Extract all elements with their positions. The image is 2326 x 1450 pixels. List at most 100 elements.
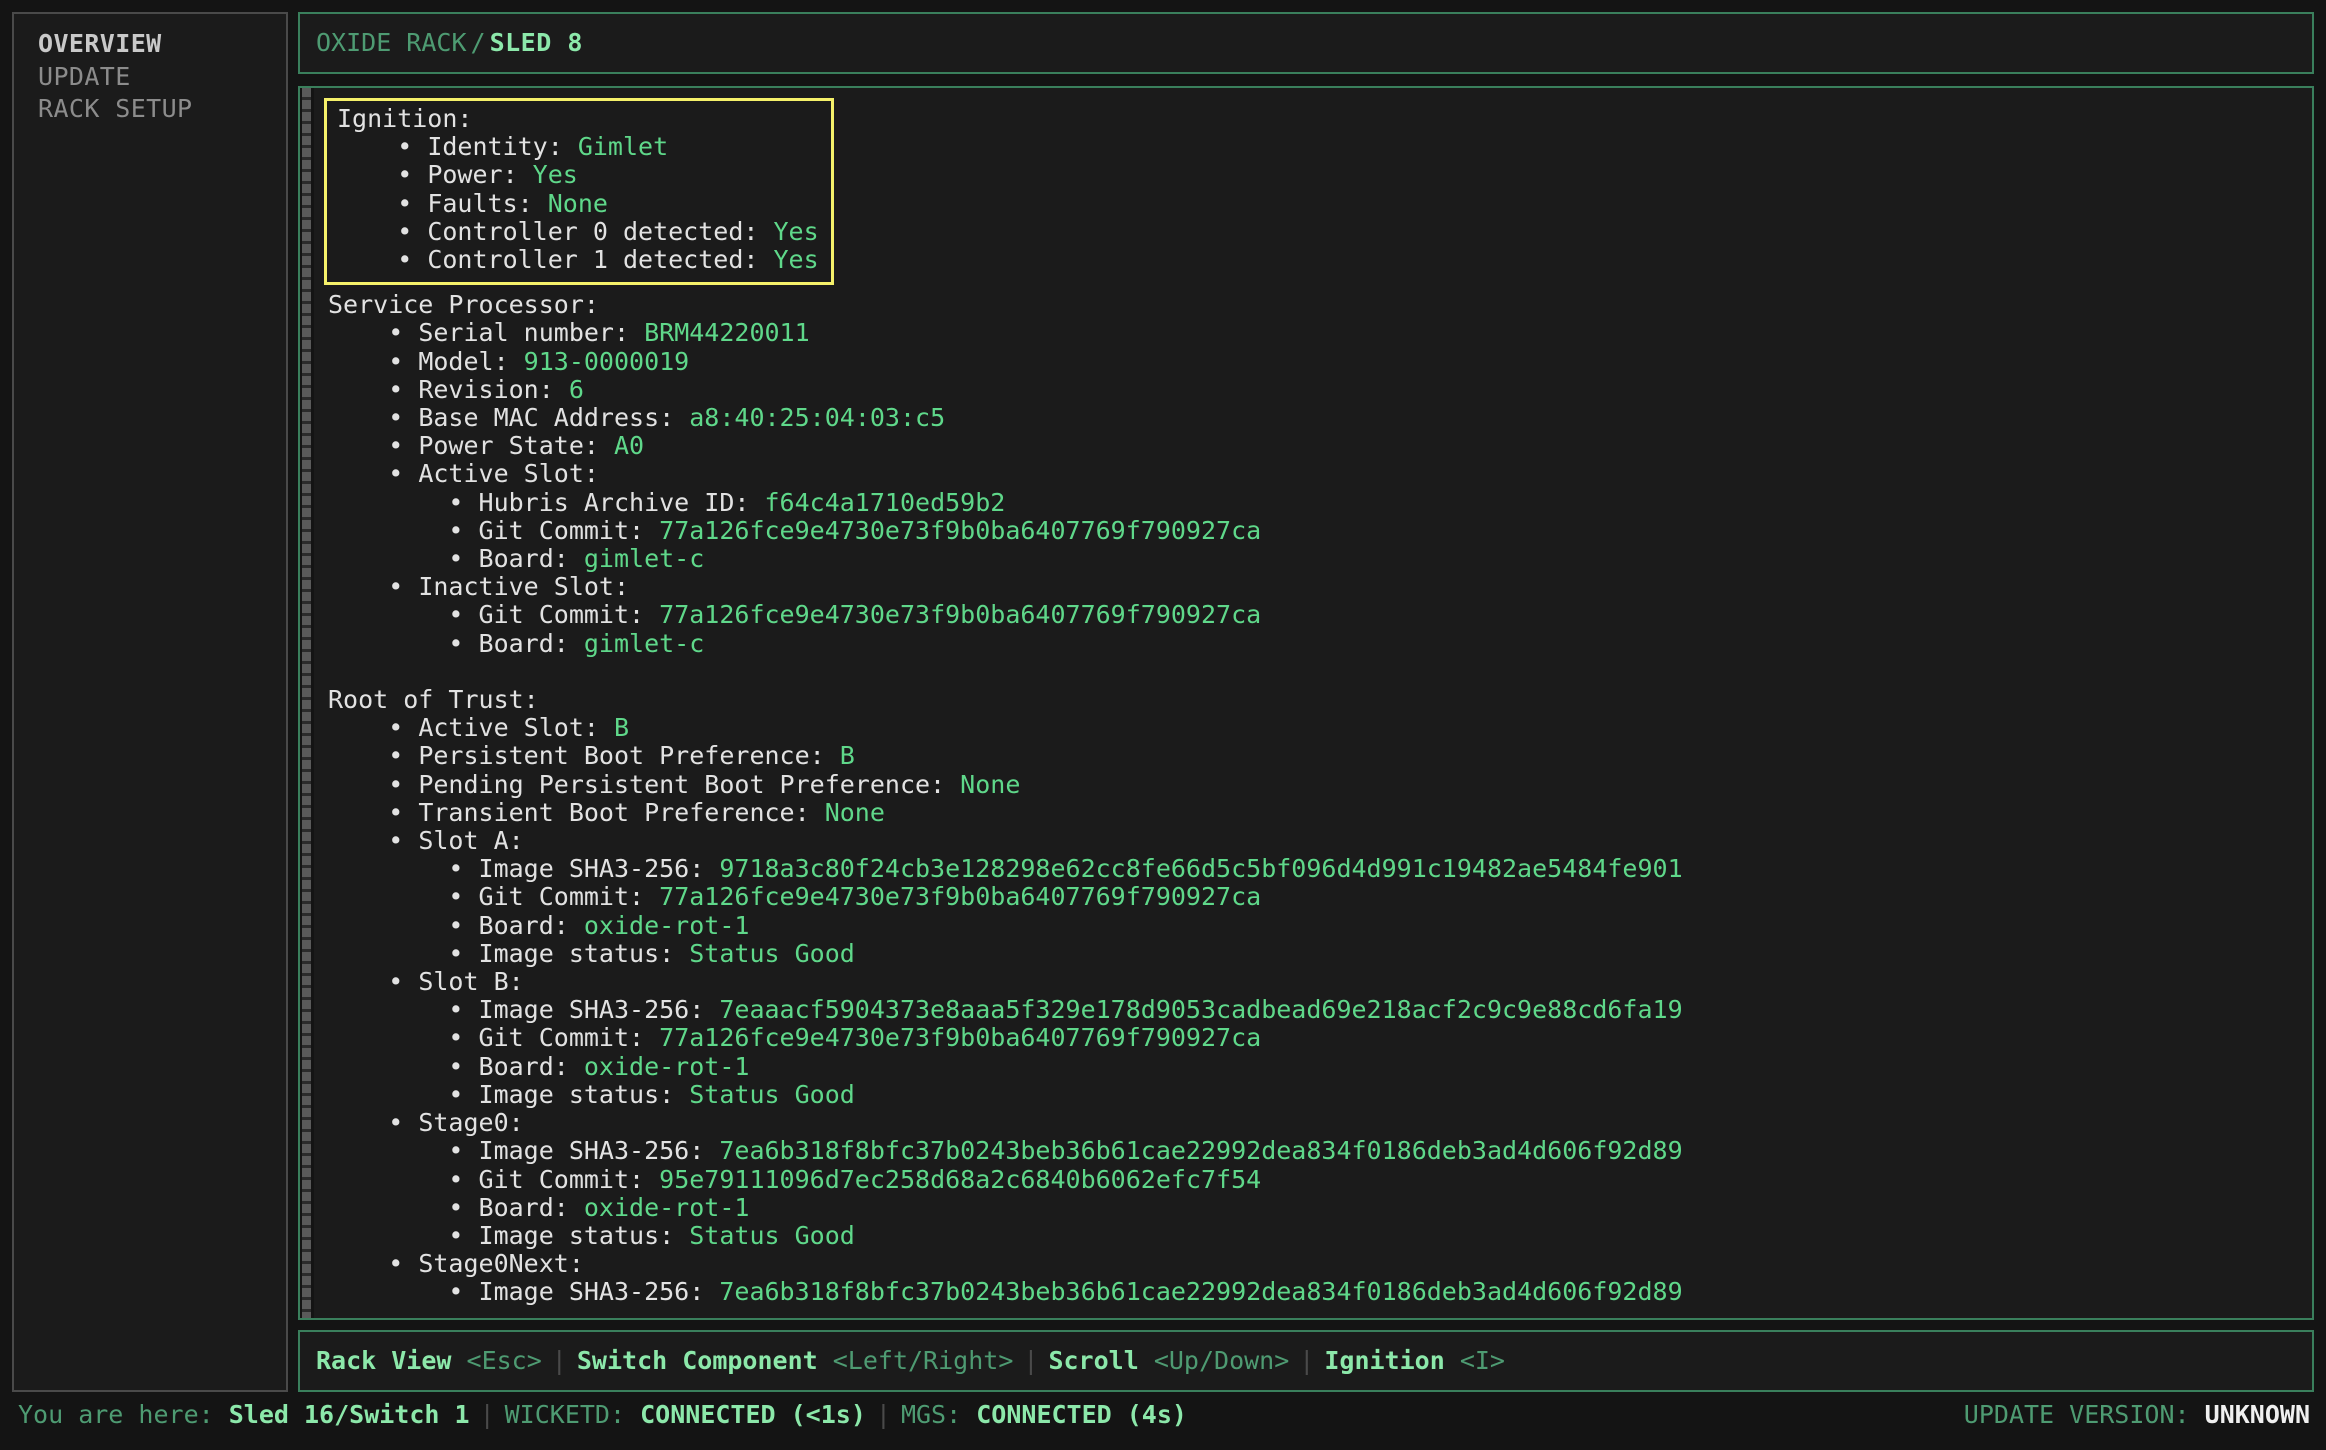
sidebar-nav: OVERVIEW UPDATE RACK SETUP: [12, 12, 288, 1392]
bullet-icon: •: [448, 489, 463, 517]
rot-slot-a-commit-value: 77a126fce9e4730e73f9b0ba6407769f790927ca: [659, 882, 1261, 911]
list-item: • Pending Persistent Boot Preference: No…: [328, 771, 2312, 799]
root-of-trust-list: • Active Slot: B • Persistent Boot Prefe…: [328, 714, 2312, 1306]
bullet-icon: •: [397, 133, 412, 161]
ignition-faults-value: None: [548, 189, 608, 218]
sidebar-item-update[interactable]: UPDATE: [14, 61, 286, 94]
sidebar-item-overview[interactable]: OVERVIEW: [14, 28, 286, 61]
bullet-icon: •: [448, 1194, 463, 1222]
rot-slot-b-status-value: Status Good: [689, 1080, 855, 1109]
rot-stage0-board-label: Board:: [479, 1193, 584, 1222]
list-item: • Identity: Gimlet: [337, 133, 819, 161]
sp-power-state-value: A0: [614, 431, 644, 460]
scrollbar-track[interactable]: [302, 88, 311, 1318]
sp-inactive-commit-value: 77a126fce9e4730e73f9b0ba6407769f790927ca: [659, 600, 1261, 629]
sp-active-hubris-label: Hubris Archive ID:: [479, 488, 765, 517]
breadcrumb-root[interactable]: OXIDE RACK: [316, 29, 467, 57]
keybinding-helpbar: Rack View <Esc> | Switch Component <Left…: [298, 1330, 2314, 1392]
rot-stage0next-sha-label: Image SHA3-256:: [479, 1277, 720, 1306]
list-item: • Active Slot: B: [328, 714, 2312, 742]
rot-persistent-boot-value: B: [840, 741, 855, 770]
list-item: • Persistent Boot Preference: B: [328, 742, 2312, 770]
list-item: • Image status: Status Good: [328, 940, 2312, 968]
rot-stage0-status-label: Image status:: [479, 1221, 690, 1250]
bullet-icon: •: [388, 319, 403, 347]
rot-slot-b-commit-label: Git Commit:: [479, 1023, 660, 1052]
ignition-section[interactable]: Ignition: • Identity: Gimlet • Power: Ye…: [324, 98, 834, 285]
bullet-icon: •: [388, 742, 403, 770]
bullet-icon: •: [448, 517, 463, 545]
bullet-icon: •: [388, 799, 403, 827]
ignition-power-label: Power:: [427, 160, 532, 189]
sp-active-board-label: Board:: [479, 544, 584, 573]
bullet-icon: •: [397, 246, 412, 274]
list-item: • Board: oxide-rot-1: [328, 912, 2312, 940]
help-switch-component-label[interactable]: Switch Component: [577, 1347, 818, 1375]
service-processor-section: Service Processor: • Serial number: BRM4…: [328, 291, 2312, 658]
rot-transient-boot-label: Transient Boot Preference:: [418, 798, 824, 827]
breadcrumb: OXIDE RACK / SLED 8: [298, 12, 2314, 74]
bullet-icon: •: [448, 912, 463, 940]
rot-transient-boot-value: None: [825, 798, 885, 827]
sp-serial-label: Serial number:: [418, 318, 644, 347]
sidebar-item-rack-setup[interactable]: RACK SETUP: [14, 93, 286, 126]
bullet-icon: •: [448, 855, 463, 883]
rot-stage0-commit-label: Git Commit:: [479, 1165, 660, 1194]
rot-stage0-sha-label: Image SHA3-256:: [479, 1136, 720, 1165]
list-item: • Image status: Status Good: [328, 1081, 2312, 1109]
sp-inactive-slot-label: Inactive Slot:: [418, 572, 629, 601]
help-divider: |: [1289, 1347, 1324, 1375]
list-item: • Image SHA3-256: 7ea6b318f8bfc37b0243be…: [328, 1278, 2312, 1306]
rot-stage0-commit-value: 95e79111096d7ec258d68a2c6840b6062efc7f54: [659, 1165, 1261, 1194]
rot-active-slot-value: B: [614, 713, 629, 742]
rot-stage0-status-value: Status Good: [689, 1221, 855, 1250]
bullet-icon: •: [448, 545, 463, 573]
bullet-icon: •: [388, 432, 403, 460]
rot-slot-b-commit-value: 77a126fce9e4730e73f9b0ba6407769f790927ca: [659, 1023, 1261, 1052]
bullet-icon: •: [397, 190, 412, 218]
content-scrollbar[interactable]: [300, 88, 314, 1318]
bullet-icon: •: [388, 771, 403, 799]
sp-active-board-value: gimlet-c: [584, 544, 704, 573]
bullet-icon: •: [388, 1250, 403, 1278]
bullet-icon: •: [388, 573, 403, 601]
sidebar-item-rack-setup-label: RACK SETUP: [38, 94, 193, 123]
rot-stage0next-sha-value: 7ea6b318f8bfc37b0243beb36b61cae22992dea8…: [719, 1277, 1682, 1306]
ignition-faults-label: Faults:: [427, 189, 547, 218]
rot-persistent-boot-label: Persistent Boot Preference:: [418, 741, 839, 770]
ignition-title: Ignition:: [337, 105, 819, 133]
list-item: • Power: Yes: [337, 161, 819, 189]
rot-slot-b-status-label: Image status:: [479, 1080, 690, 1109]
status-here-value: Sled 16/Switch 1: [229, 1401, 470, 1429]
sp-inactive-board-value: gimlet-c: [584, 629, 704, 658]
sp-active-commit-label: Git Commit:: [479, 516, 660, 545]
bullet-icon: •: [448, 940, 463, 968]
list-item: • Board: gimlet-c: [328, 630, 2312, 658]
list-item: • Controller 1 detected: Yes: [337, 246, 819, 274]
rot-stage0next-label: Stage0Next:: [418, 1249, 584, 1278]
sp-revision-label: Revision:: [418, 375, 569, 404]
list-item: • Stage0:: [328, 1109, 2312, 1137]
status-wicketd-label: WICKETD:: [505, 1401, 625, 1429]
rot-slot-a-status-label: Image status:: [479, 939, 690, 968]
rot-slot-a-sha-value: 9718a3c80f24cb3e128298e62cc8fe66d5c5bf09…: [719, 854, 1682, 883]
sp-model-label: Model:: [418, 347, 523, 376]
status-here-label: You are here:: [18, 1401, 214, 1429]
help-rack-view-label[interactable]: Rack View: [316, 1347, 451, 1375]
breadcrumb-separator: /: [467, 29, 490, 57]
ignition-identity-label: Identity:: [427, 132, 578, 161]
rot-slot-a-status-value: Status Good: [689, 939, 855, 968]
bullet-icon: •: [448, 630, 463, 658]
bullet-icon: •: [448, 996, 463, 1024]
list-item: • Board: gimlet-c: [328, 545, 2312, 573]
list-item: • Hubris Archive ID: f64c4a1710ed59b2: [328, 489, 2312, 517]
sp-active-commit-value: 77a126fce9e4730e73f9b0ba6407769f790927ca: [659, 516, 1261, 545]
list-item: • Board: oxide-rot-1: [328, 1053, 2312, 1081]
list-item: • Git Commit: 77a126fce9e4730e73f9b0ba64…: [328, 883, 2312, 911]
help-scroll-label[interactable]: Scroll: [1048, 1347, 1138, 1375]
help-ignition-label[interactable]: Ignition: [1324, 1347, 1444, 1375]
list-item: • Git Commit: 77a126fce9e4730e73f9b0ba64…: [328, 517, 2312, 545]
help-ignition-key: <I>: [1460, 1347, 1505, 1375]
ignition-controller1-value: Yes: [774, 245, 819, 274]
sp-model-value: 913-0000019: [524, 347, 690, 376]
